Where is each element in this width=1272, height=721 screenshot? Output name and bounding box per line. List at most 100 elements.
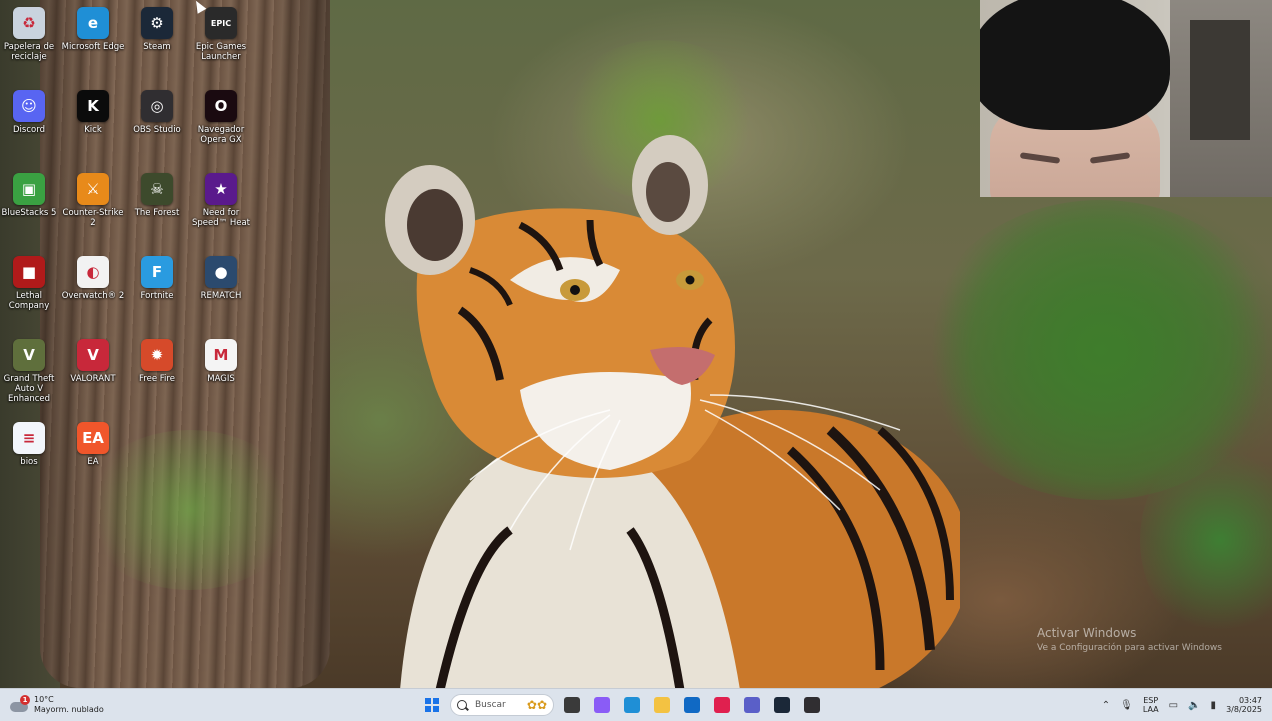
desktop-icon-cs2[interactable]: ⚔ Counter-Strike 2	[61, 169, 125, 249]
edge-app-button[interactable]	[620, 693, 644, 717]
weather-widget[interactable]: 1 10°C Mayorm. nublado	[8, 693, 104, 717]
start-button[interactable]	[420, 693, 444, 717]
desktop-icon-label: VALORANT	[70, 374, 116, 384]
desktop-icon-lethal[interactable]: ■ Lethal Company	[0, 252, 61, 332]
outlook-app-button[interactable]	[680, 693, 704, 717]
counter-strike-icon: ⚔	[77, 173, 109, 205]
desktop-icon-label: Need for Speed™ Heat	[191, 208, 250, 228]
rematch-icon: ●	[205, 256, 237, 288]
kick-icon: K	[77, 90, 109, 122]
copilot-app-button[interactable]	[590, 693, 614, 717]
webcam-overlay	[980, 0, 1272, 197]
webcam-hair	[980, 0, 1170, 130]
recycle-bin-icon: ♻	[13, 7, 45, 39]
search-icon	[457, 700, 467, 710]
desktop-icon-discord[interactable]: ☺ Discord	[0, 86, 61, 166]
system-tray: ⌃ 🎙 ESP LAA ▭ 🔈 ▮ 03:47 3/8/2025	[1102, 693, 1262, 717]
desktop-icon-label: The Forest	[134, 208, 180, 218]
teams-app-button[interactable]	[740, 693, 764, 717]
search-placeholder: Buscar	[475, 700, 506, 710]
obs-icon: ◎	[141, 90, 173, 122]
windows-logo-icon	[425, 698, 439, 712]
discord-icon: ☺	[13, 90, 45, 122]
activation-watermark: Activar Windows Ve a Configuración para …	[1037, 626, 1222, 653]
battery-icon[interactable]: ▮	[1211, 700, 1217, 711]
language-code: ESP	[1143, 696, 1159, 705]
clock-time: 03:47	[1238, 696, 1262, 705]
keyboard-layout: LAA	[1142, 705, 1159, 714]
weather-alert-badge: 1	[20, 695, 30, 705]
overwatch-icon: ◐	[77, 256, 109, 288]
desktop-icon-kick[interactable]: K Kick	[61, 86, 125, 166]
taskbar-apps: Buscar ✿✿	[420, 693, 824, 717]
edge-icon: e	[77, 7, 109, 39]
desktop-icon-nfs[interactable]: ★ Need for Speed™ Heat	[189, 169, 253, 249]
outlook-icon	[684, 697, 700, 713]
chevron-up-icon[interactable]: ⌃	[1102, 700, 1110, 711]
taskbar: 1 10°C Mayorm. nublado Buscar ✿✿ ⌃ 🎙 ESP…	[0, 688, 1272, 721]
cloud-icon: 1	[8, 695, 30, 713]
desktop-app-button[interactable]	[560, 693, 584, 717]
desktop-icon-label: OBS Studio	[133, 125, 181, 135]
taskbar-clock[interactable]: 03:47 3/8/2025	[1226, 696, 1262, 714]
watermark-title: Activar Windows	[1037, 626, 1137, 640]
desktop-icon-label: Free Fire	[139, 374, 175, 384]
desktop-icon-label: Microsoft Edge	[61, 42, 125, 52]
ea-icon: EA	[77, 422, 109, 454]
bios-file-icon: ≡	[13, 422, 45, 454]
volume-icon[interactable]: 🔈	[1188, 700, 1200, 711]
desktop-icon-freefire[interactable]: ✹ Free Fire	[125, 335, 189, 415]
obs-icon	[804, 697, 820, 713]
language-indicator[interactable]: ESP LAA	[1143, 696, 1159, 714]
files-app-button[interactable]	[650, 693, 674, 717]
teams-icon	[744, 697, 760, 713]
desktop-icon-valorant[interactable]: V VALORANT	[61, 335, 125, 415]
edge-icon	[624, 697, 640, 713]
desktop-icon-label: MAGIS	[207, 374, 235, 384]
desktop-icon-bluestacks[interactable]: ▣ BlueStacks 5	[0, 169, 61, 249]
task-view-icon	[564, 697, 580, 713]
the-forest-icon: ☠	[141, 173, 173, 205]
desktop-icon-label: REMATCH	[200, 291, 242, 301]
fortnite-icon: F	[141, 256, 173, 288]
opera-app-button[interactable]	[710, 693, 734, 717]
steam-app-button[interactable]	[770, 693, 794, 717]
epic-games-icon: EPIC	[205, 7, 237, 39]
desktop-icon-fortnite[interactable]: F Fortnite	[125, 252, 189, 332]
desktop-icon-recycle[interactable]: ♻ Papelera de reciclaje	[0, 3, 61, 83]
desktop-icon-magis[interactable]: M MAGIS	[189, 335, 253, 415]
magis-icon: M	[205, 339, 237, 371]
taskbar-search-box[interactable]: Buscar ✿✿	[450, 694, 554, 716]
desktop-icon-steam[interactable]: ⚙ Steam	[125, 3, 189, 83]
desktop-icon-opera[interactable]: O Navegador Opera GX	[189, 86, 253, 166]
desktop-icon-label: EA	[87, 457, 99, 467]
bluestacks-icon: ▣	[13, 173, 45, 205]
steam-icon	[774, 697, 790, 713]
need-for-speed-icon: ★	[205, 173, 237, 205]
desktop-icon-edge[interactable]: e Microsoft Edge	[61, 3, 125, 83]
free-fire-icon: ✹	[141, 339, 173, 371]
desktop-icon-label: Navegador Opera GX	[197, 125, 245, 145]
obs-app-button[interactable]	[800, 693, 824, 717]
desktop-icon-bios[interactable]: ≡ bios	[0, 418, 61, 498]
monitor-icon[interactable]: ▭	[1169, 700, 1178, 711]
desktop-icon-label: Papelera de reciclaje	[3, 42, 55, 62]
weather-temperature: 10°C	[34, 695, 54, 704]
microphone-icon[interactable]: 🎙	[1120, 700, 1133, 711]
webcam-background-shelf	[1190, 20, 1250, 140]
gta-v-icon: V	[13, 339, 45, 371]
desktop-icon-rematch[interactable]: ● REMATCH	[189, 252, 253, 332]
desktop-icon-label: Steam	[143, 42, 171, 52]
desktop-icon-epic[interactable]: EPIC Epic Games Launcher	[189, 3, 253, 83]
wallpaper-tiger	[385, 135, 960, 688]
desktop-icon-overwatch[interactable]: ◐ Overwatch® 2	[61, 252, 125, 332]
desktop-icon-obs[interactable]: ◎ OBS Studio	[125, 86, 189, 166]
desktop-icon-forest[interactable]: ☠ The Forest	[125, 169, 189, 249]
valorant-icon: V	[77, 339, 109, 371]
steam-icon: ⚙	[141, 7, 173, 39]
desktop-icon-gta[interactable]: V Grand Theft Auto V Enhanced	[0, 335, 61, 415]
desktop-icon-label: Lethal Company	[8, 291, 50, 311]
desktop-icon-label: Kick	[84, 125, 102, 135]
desktop-icon-ea[interactable]: EA EA	[61, 418, 125, 498]
desktop-icon-label: bios	[20, 457, 38, 467]
